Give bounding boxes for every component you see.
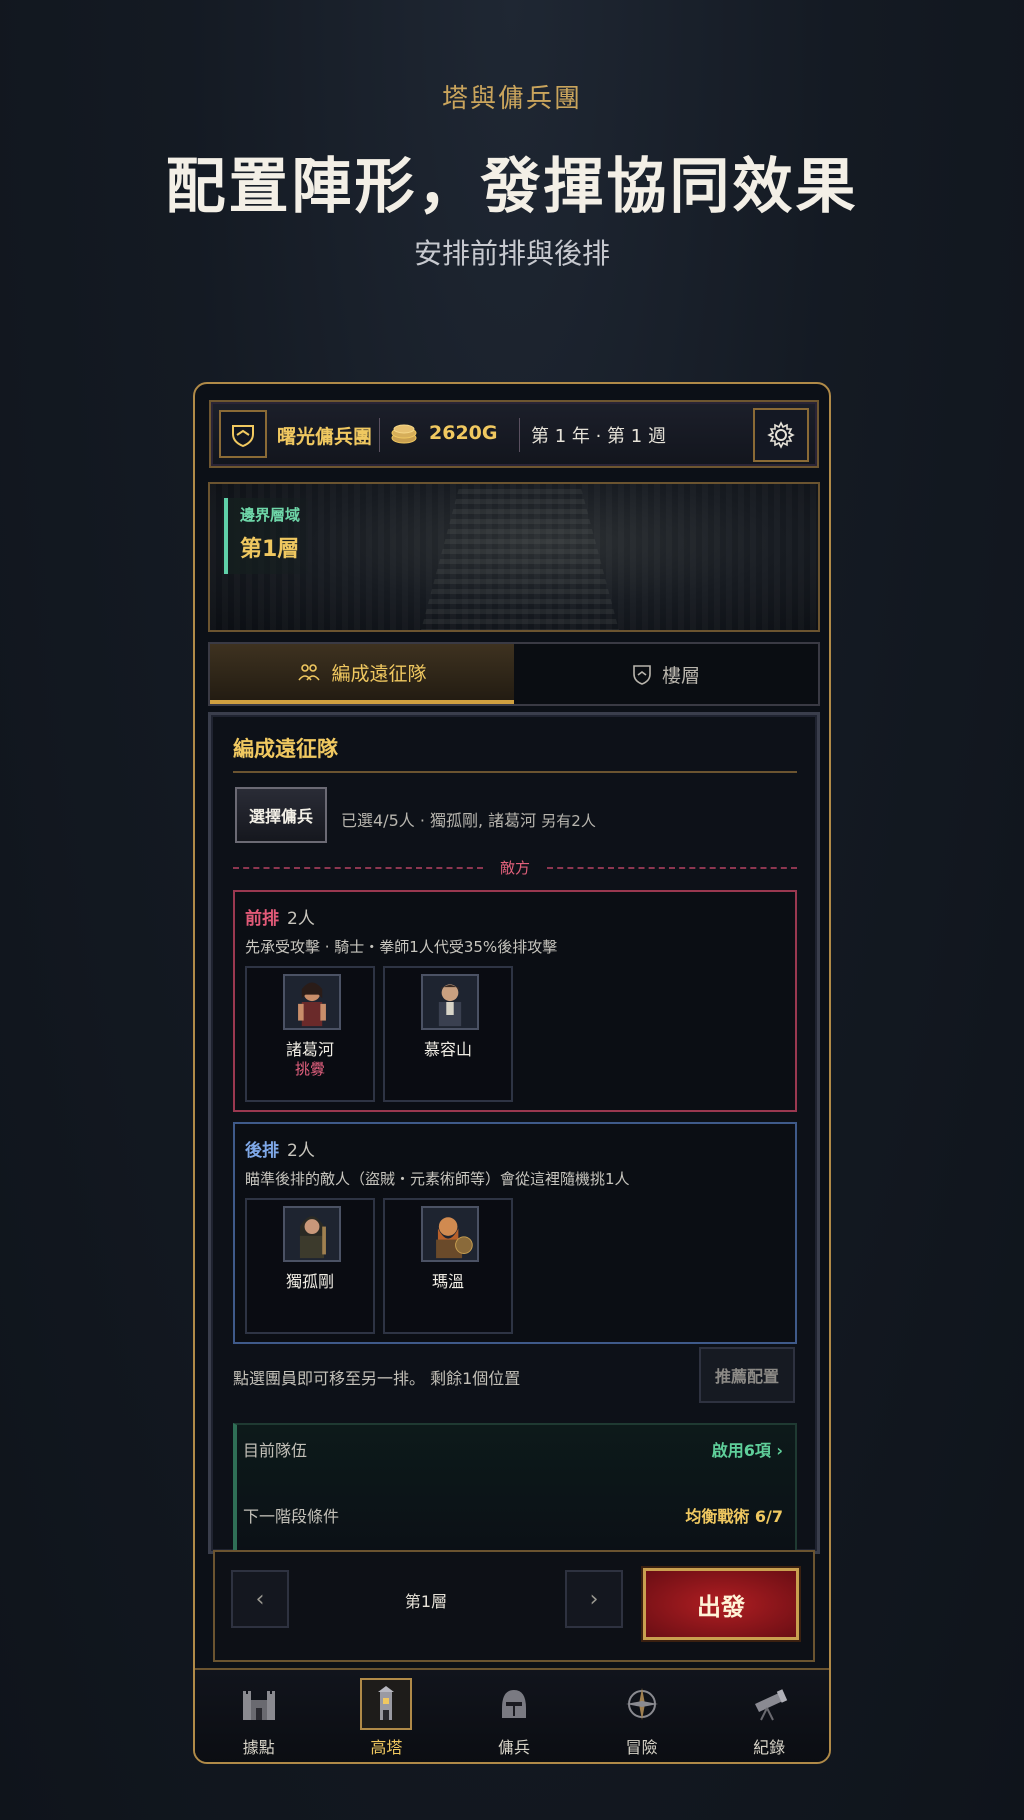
back-row-desc: 瞄準後排的敵人（盜賊・元素術師等）會從這裡隨機挑1人 [245,1170,630,1188]
depart-button[interactable]: 出發 [643,1568,799,1640]
portrait-avatar [421,1206,479,1262]
formation-panel: 編成遠征隊 選擇傭兵 已選4/5人 · 獨孤剛, 諸葛河 另有2人 敵方 前排 2… [208,712,820,1555]
team-synergy-value[interactable]: 啟用6項 › [712,1437,783,1461]
front-row-name: 前排 [245,909,279,929]
front-row-desc: 先承受攻擊 · 騎士・拳師1人代受35%後排攻擊 [245,938,558,956]
select-mercenary-button[interactable]: 選擇傭兵 [235,787,327,843]
member-card[interactable]: 諸葛河 挑釁 [245,966,375,1102]
gear-icon [767,421,795,449]
coin-icon [391,424,417,444]
gold-amount: 2620G [429,422,498,444]
dungeon-backdrop [420,484,620,630]
helmet-icon [501,1690,526,1718]
selection-more: 另有2人 [541,812,596,830]
recommend-button[interactable]: 推薦配置 [699,1347,795,1403]
tab-label: 樓層 [661,664,700,687]
tab-bar: 編成遠征隊 樓層 [208,642,820,706]
divider [233,771,797,773]
front-row-header: 前排 2人 [245,904,315,929]
back-row-count: 2人 [287,1141,315,1161]
member-name: 諸葛河 [285,1040,334,1059]
nav-item-base[interactable]: 據點 [195,1670,323,1762]
member-name: 獨孤剛 [285,1272,334,1291]
castle-icon [242,1691,275,1720]
selection-info: 已選4/5人 · 獨孤剛, 諸葛河 另有2人 [341,807,596,831]
guild-name: 曙光傭兵團 [277,426,373,448]
hero-headline: 配置陣形，發揮協同效果 [165,152,859,222]
tab-floor[interactable]: 樓層 [514,644,818,704]
member-name: 慕容山 [423,1040,472,1059]
nav-item-mercenary[interactable]: 傭兵 [450,1670,578,1762]
divider [519,418,520,452]
divider [379,418,380,452]
portrait-avatar [283,1206,341,1262]
next-stage-label: 下一階段條件 [243,1507,340,1526]
next-stage-value: 均衡戰術 6/7 [685,1507,783,1526]
settings-button[interactable] [753,408,809,462]
bottom-navigation: 據點 高塔 傭兵 冒險 紀錄 [195,1668,829,1762]
back-row-name: 後排 [245,1141,279,1161]
nav-label: 冒險 [625,1738,658,1757]
guild-crest-icon[interactable] [219,410,267,458]
enemy-divider: 敵方 [233,857,797,877]
floor-label-box: 邊界層域 第1層 [224,498,308,574]
member-card[interactable]: 慕容山 [383,966,513,1102]
nav-item-adventure[interactable]: 冒險 [578,1670,706,1762]
nav-label: 據點 [242,1738,275,1757]
tab-expedition[interactable]: 編成遠征隊 [210,644,514,704]
compass-icon [625,1688,658,1720]
shield-icon [633,665,651,685]
front-row-box[interactable]: 前排 2人 先承受攻擊 · 騎士・拳師1人代受35%後排攻擊 諸葛河 挑釁 慕容山 [233,890,797,1112]
back-row-header: 後排 2人 [245,1136,315,1161]
portrait-avatar [421,974,479,1030]
tower-icon [378,1686,395,1720]
selection-text: 已選4/5人 · 獨孤剛, 諸葛河 [341,811,537,830]
hero-kicker: 塔與傭兵團 [441,84,582,114]
game-date: 第 1 年 · 第 1 週 [531,426,666,447]
nav-item-records[interactable]: 紀錄 [705,1670,829,1762]
panel-title: 編成遠征隊 [233,737,338,761]
floor-number: 第1層 [240,537,300,562]
team-synergy-box[interactable]: 目前隊伍 啟用6項 › 下一階段條件 均衡戰術 6/7 [233,1423,797,1555]
enemy-label: 敵方 [499,859,530,877]
portrait-avatar [283,974,341,1030]
member-skill-tag: 挑釁 [294,1060,325,1078]
member-card[interactable]: 瑪溫 [383,1198,513,1334]
front-row-count: 2人 [287,909,315,929]
floor-navigation: ‹ 第1層 › 出發 [213,1550,815,1662]
nav-item-tower[interactable]: 高塔 [323,1670,451,1762]
hero-subline: 安排前排與後排 [413,237,610,270]
phone-frame: 曙光傭兵團 2620G 第 1 年 · 第 1 週 邊界層域 第1層 編成遠征隊… [193,382,831,1764]
top-bar: 曙光傭兵團 2620G 第 1 年 · 第 1 週 [209,400,819,468]
member-card[interactable]: 獨孤剛 [245,1198,375,1334]
nav-label: 高塔 [370,1738,403,1757]
back-row-box[interactable]: 後排 2人 瞄準後排的敵人（盜賊・元素術師等）會從這裡隨機挑1人 獨孤剛 瑪溫 [233,1122,797,1344]
nav-label: 傭兵 [497,1738,530,1757]
move-hint: 點選團員即可移至另一排。 剩餘1個位置 [233,1369,521,1388]
telescope-icon [755,1689,788,1721]
next-floor-button[interactable]: › [565,1570,623,1628]
team-label: 目前隊伍 [243,1441,308,1460]
team-icon [298,664,321,681]
region-name: 邊界層域 [240,506,301,524]
tab-label: 編成遠征隊 [331,662,427,685]
floor-banner: 邊界層域 第1層 [208,482,820,632]
nav-label: 紀錄 [753,1738,786,1757]
member-name: 瑪溫 [431,1272,464,1291]
